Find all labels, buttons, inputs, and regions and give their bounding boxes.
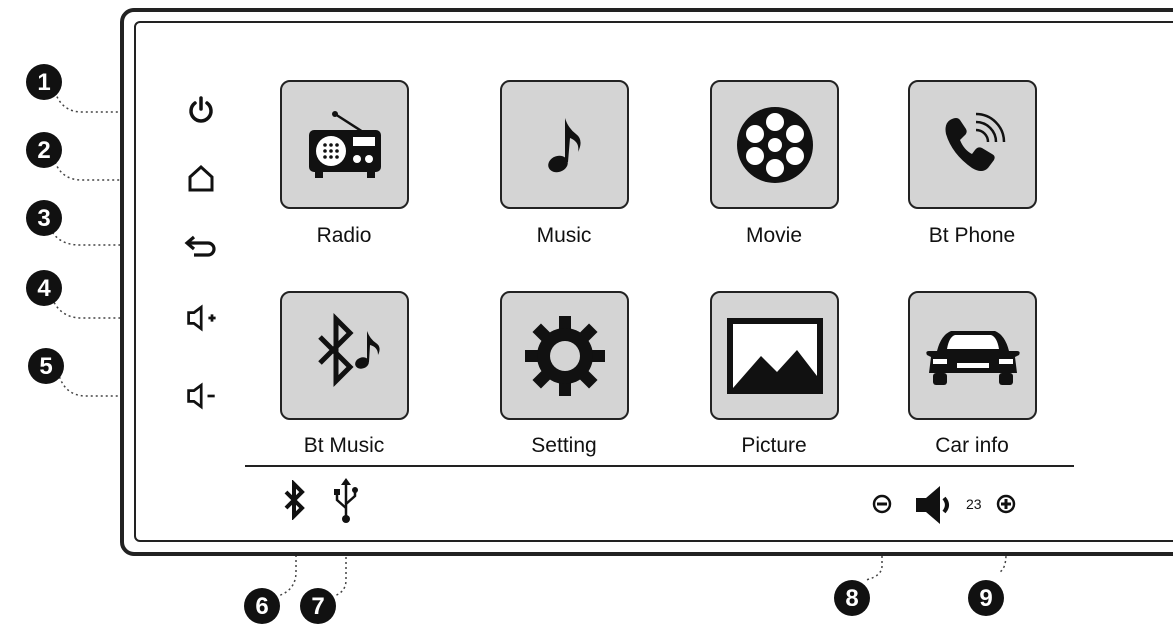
svg-text:4: 4 (37, 275, 51, 302)
music-tile[interactable] (500, 80, 629, 209)
speaker-icon (916, 486, 949, 524)
home-button[interactable] (183, 160, 219, 196)
phone-icon (945, 112, 1005, 171)
radio-label: Radio (316, 224, 372, 247)
movie-tile[interactable] (710, 80, 839, 209)
movie-label: Movie (745, 224, 803, 247)
picture-icon (726, 317, 823, 394)
car-info-tile[interactable] (908, 291, 1037, 420)
svg-text:1: 1 (37, 69, 50, 96)
callout-3: 3 (26, 200, 62, 236)
callout-5: 5 (28, 348, 64, 384)
callout-7: 7 (300, 588, 336, 624)
gear-icon (524, 315, 605, 396)
bluetooth-music-icon (317, 312, 380, 387)
picture-label: Picture (741, 434, 807, 457)
home-icon (188, 164, 214, 192)
volume-level: 23 (966, 496, 982, 512)
power-icon (189, 96, 213, 123)
callout-9: 9 (968, 580, 1004, 616)
callout-1: 1 (26, 64, 62, 100)
car-info-label: Car info (935, 434, 1009, 457)
bt-music-label: Bt Music (303, 434, 385, 457)
setting-label: Setting (531, 434, 597, 457)
volume-up-icon (187, 304, 216, 332)
svg-text:7: 7 (311, 593, 324, 620)
svg-text:9: 9 (979, 585, 992, 612)
volume-minus-icon[interactable] (872, 494, 892, 514)
radio-icon (308, 110, 381, 178)
svg-text:8: 8 (845, 585, 858, 612)
callout-4: 4 (26, 270, 62, 306)
bt-music-tile[interactable] (280, 291, 409, 420)
music-note-icon (547, 117, 581, 172)
radio-tile[interactable] (280, 80, 409, 209)
music-label: Music (536, 224, 592, 247)
callout-6: 6 (244, 588, 280, 624)
picture-tile[interactable] (710, 291, 839, 420)
back-icon (184, 235, 216, 257)
volume-up-button[interactable] (185, 300, 221, 336)
svg-text:5: 5 (39, 353, 52, 380)
bt-phone-tile[interactable] (908, 80, 1037, 209)
svg-text:2: 2 (37, 137, 50, 164)
setting-tile[interactable] (500, 291, 629, 420)
volume-down-icon (187, 382, 215, 410)
svg-text:3: 3 (37, 205, 50, 232)
usb-icon[interactable] (332, 478, 360, 524)
callout-2: 2 (26, 132, 62, 168)
status-bar-divider (245, 465, 1074, 467)
bluetooth-icon[interactable] (282, 480, 306, 520)
car-icon (925, 330, 1020, 385)
volume-down-button[interactable] (185, 378, 221, 414)
back-button[interactable] (183, 228, 219, 264)
power-button[interactable] (183, 92, 219, 128)
volume-plus-icon[interactable] (996, 494, 1016, 514)
callout-8: 8 (834, 580, 870, 616)
svg-text:6: 6 (255, 593, 268, 620)
bt-phone-label: Bt Phone (928, 224, 1016, 247)
film-reel-icon (736, 106, 813, 183)
